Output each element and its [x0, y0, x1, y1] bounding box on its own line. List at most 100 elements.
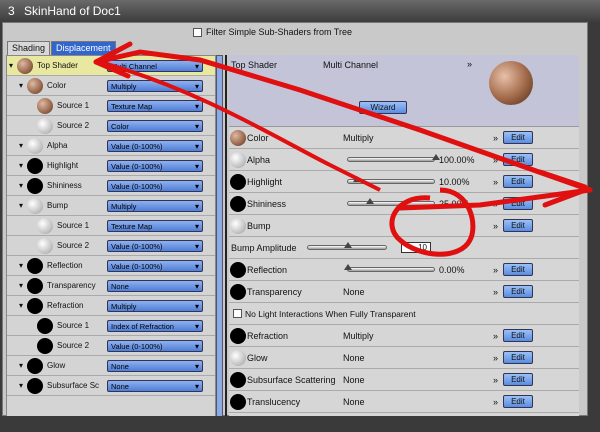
- shader-type-select[interactable]: Value (0-100%): [107, 259, 203, 272]
- edit-button[interactable]: Edit: [503, 373, 533, 386]
- expand-icon[interactable]: ▾: [19, 181, 23, 190]
- chevron-down-icon[interactable]: »: [493, 353, 498, 363]
- chevron-down-icon[interactable]: »: [493, 221, 498, 231]
- shader-type-select[interactable]: Texture Map: [107, 99, 203, 112]
- chevron-down-icon[interactable]: »: [493, 375, 498, 385]
- expand-icon[interactable]: ▾: [19, 141, 23, 150]
- tab-displacement[interactable]: Displacement: [51, 41, 116, 55]
- shader-type-select[interactable]: None: [107, 379, 203, 392]
- shader-ball-icon: [230, 218, 246, 234]
- tree-row[interactable]: Source 1 Texture Map: [7, 216, 215, 236]
- expand-icon[interactable]: ▾: [19, 361, 23, 370]
- slider-thumb[interactable]: [352, 176, 361, 182]
- chevron-down-icon[interactable]: »: [493, 133, 498, 143]
- panel-divider[interactable]: [225, 55, 227, 421]
- property-row: Transparency None » Edit: [229, 281, 579, 303]
- edit-button[interactable]: Edit: [503, 131, 533, 144]
- shader-type-select[interactable]: Color: [107, 119, 203, 132]
- expand-icon[interactable]: ▾: [19, 261, 23, 270]
- expand-icon[interactable]: ▾: [19, 161, 23, 170]
- edit-button[interactable]: Edit: [503, 219, 533, 232]
- edit-button[interactable]: Edit: [503, 263, 533, 276]
- slider-thumb[interactable]: [366, 198, 374, 204]
- property-slider[interactable]: [307, 242, 387, 250]
- chevron-down-icon[interactable]: »: [493, 287, 498, 297]
- shader-type-select[interactable]: Value (0-100%): [107, 159, 203, 172]
- shader-type-select[interactable]: Value (0-100%): [107, 239, 203, 252]
- title-bar: 3 SkinHand of Doc1: [0, 0, 600, 22]
- wizard-button[interactable]: Wizard: [359, 101, 407, 114]
- shader-type-select[interactable]: Multiply: [107, 299, 203, 312]
- edit-button[interactable]: Edit: [503, 197, 533, 210]
- filter-checkbox[interactable]: [193, 27, 202, 37]
- bump-amplitude-field[interactable]: 10: [401, 242, 431, 253]
- shader-type-select[interactable]: Value (0-100%): [107, 139, 203, 152]
- tree-row[interactable]: ▾ Bump Multiply: [7, 196, 215, 216]
- tree-row[interactable]: ▾ Reflection Value (0-100%): [7, 256, 215, 276]
- tree-row[interactable]: ▾ Alpha Value (0-100%): [7, 136, 215, 156]
- tree-row[interactable]: ▾ Refraction Multiply: [7, 296, 215, 316]
- chevron-down-icon[interactable]: »: [493, 397, 498, 407]
- shader-type-select[interactable]: Multiply: [107, 199, 203, 212]
- property-slider[interactable]: [347, 154, 440, 162]
- tree-row[interactable]: ▾ Glow None: [7, 356, 215, 376]
- tree-row[interactable]: Source 2 Value (0-100%): [7, 336, 215, 356]
- shader-type-select[interactable]: None: [107, 359, 203, 372]
- tab-shading[interactable]: Shading: [7, 41, 51, 55]
- tree-row[interactable]: Source 1 Index of Refraction: [7, 316, 215, 336]
- property-label: Bump Amplitude: [231, 242, 297, 253]
- shader-type-select[interactable]: Index of Refraction: [107, 319, 203, 332]
- shader-type-select[interactable]: Multi Channel: [107, 59, 203, 72]
- tree-scrollbar[interactable]: [216, 55, 223, 421]
- edit-button[interactable]: Edit: [503, 153, 533, 166]
- content-area: Filter Simple Sub-Shaders from Tree Shad…: [2, 22, 588, 421]
- shader-type-select[interactable]: Texture Map: [107, 219, 203, 232]
- edit-button[interactable]: Edit: [503, 351, 533, 364]
- chevron-down-icon[interactable]: »: [493, 155, 498, 165]
- slider-thumb[interactable]: [344, 242, 352, 248]
- filter-row[interactable]: Filter Simple Sub-Shaders from Tree: [193, 25, 352, 39]
- expand-icon[interactable]: ▾: [19, 81, 23, 90]
- expand-icon[interactable]: ▾: [19, 301, 23, 310]
- edit-button[interactable]: Edit: [503, 329, 533, 342]
- chevron-down-icon[interactable]: »: [493, 199, 498, 209]
- tree-row[interactable]: ▾ Color Multiply: [7, 76, 215, 96]
- percent-value[interactable]: 100.00%: [439, 155, 475, 165]
- percent-value[interactable]: 0.00%: [439, 265, 465, 275]
- property-value: None: [343, 396, 365, 407]
- property-slider[interactable]: [347, 176, 435, 184]
- tree-row[interactable]: Source 2 Value (0-100%): [7, 236, 215, 256]
- chevron-down-icon[interactable]: »: [493, 265, 498, 275]
- tree-row[interactable]: ▾ Highlight Value (0-100%): [7, 156, 215, 176]
- shader-type-select[interactable]: Value (0-100%): [107, 339, 203, 352]
- expand-icon[interactable]: ▾: [19, 381, 23, 390]
- tree-row[interactable]: ▾ Subsurface Sc None: [7, 376, 215, 396]
- tree-row[interactable]: ▾ Top Shader Multi Channel: [7, 56, 215, 76]
- expand-icon[interactable]: ▾: [19, 281, 23, 290]
- edit-button[interactable]: Edit: [503, 395, 533, 408]
- properties-panel: Top Shader Multi Channel » Wizard Color M…: [229, 55, 579, 421]
- tree-row[interactable]: ▾ Shininess Value (0-100%): [7, 176, 215, 196]
- property-slider[interactable]: [344, 264, 435, 272]
- chevron-down-icon[interactable]: »: [467, 59, 472, 69]
- chevron-down-icon[interactable]: »: [493, 177, 498, 187]
- tree-row[interactable]: Source 1 Texture Map: [7, 96, 215, 116]
- no-light-checkbox[interactable]: [233, 309, 242, 318]
- expand-icon[interactable]: ▾: [9, 61, 13, 70]
- expand-icon[interactable]: ▾: [19, 201, 23, 210]
- shader-type-select[interactable]: Multiply: [107, 79, 203, 92]
- shader-type-select[interactable]: Value (0-100%): [107, 179, 203, 192]
- chevron-down-icon[interactable]: »: [493, 331, 498, 341]
- shader-type-select[interactable]: None: [107, 279, 203, 292]
- slider-thumb[interactable]: [344, 264, 352, 270]
- percent-value[interactable]: 25.00%: [439, 199, 470, 209]
- tree-row-label: Source 1: [57, 221, 90, 230]
- shader-ball-icon: [27, 198, 43, 214]
- tree-row[interactable]: ▾ Transparency None: [7, 276, 215, 296]
- property-slider[interactable]: [347, 198, 435, 206]
- edit-button[interactable]: Edit: [503, 175, 533, 188]
- percent-value[interactable]: 10.00%: [439, 177, 470, 187]
- tree-row[interactable]: Source 2 Color: [7, 116, 215, 136]
- edit-button[interactable]: Edit: [503, 285, 533, 298]
- property-value: None: [343, 286, 365, 297]
